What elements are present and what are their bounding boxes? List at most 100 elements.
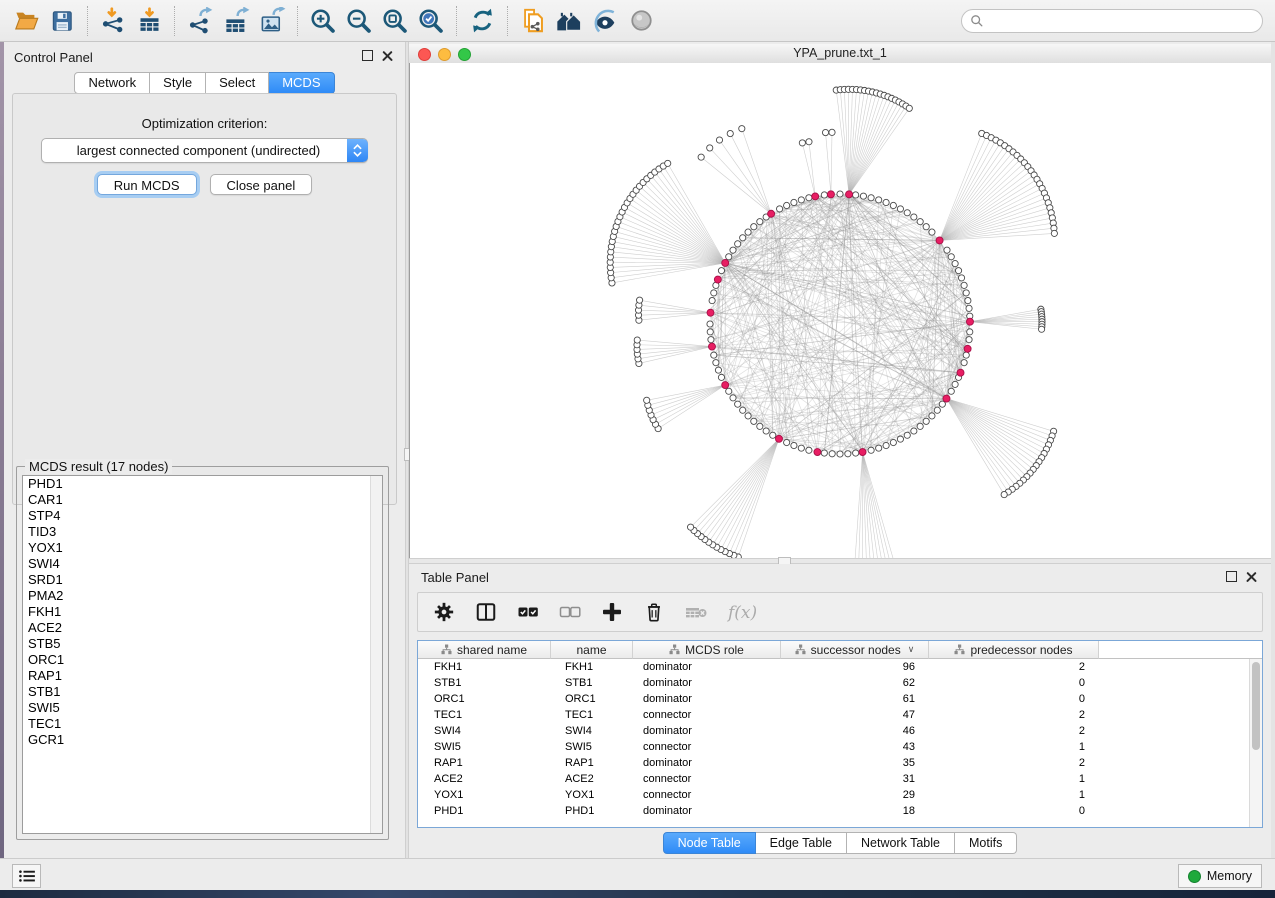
network-node[interactable] [726, 388, 732, 394]
cell-shared-name[interactable]: SWI4 [418, 725, 551, 737]
add-icon[interactable] [598, 598, 626, 626]
cell-successor-nodes[interactable]: 31 [781, 773, 929, 785]
network-node[interactable] [911, 428, 917, 434]
cell-shared-name[interactable]: SWI5 [418, 741, 551, 753]
cell-successor-nodes[interactable]: 61 [781, 693, 929, 705]
cell-MCDS-role[interactable]: dominator [633, 805, 781, 817]
cell-successor-nodes[interactable]: 18 [781, 805, 929, 817]
network-node[interactable] [751, 224, 757, 230]
network-node[interactable] [711, 352, 717, 358]
cell-successor-nodes[interactable]: 46 [781, 725, 929, 737]
network-node[interactable] [634, 337, 640, 343]
tab-select[interactable]: Select [206, 72, 269, 94]
network-node[interactable] [1001, 491, 1007, 497]
network-node[interactable] [923, 418, 929, 424]
run-mcds-button[interactable]: Run MCDS [97, 174, 197, 195]
network-node[interactable] [718, 374, 724, 380]
network-node[interactable] [776, 206, 782, 212]
network-node[interactable] [1051, 230, 1057, 236]
list-item[interactable]: SWI4 [23, 556, 382, 572]
tab-network[interactable]: Network [74, 72, 150, 94]
cell-name[interactable]: FKH1 [551, 661, 633, 673]
list-item[interactable]: SRD1 [23, 572, 382, 588]
list-item[interactable]: PMA2 [23, 588, 382, 604]
list-item[interactable]: SWI5 [23, 700, 382, 716]
network-node[interactable] [711, 290, 717, 296]
tab-style[interactable]: Style [150, 72, 206, 94]
network-node[interactable] [906, 105, 912, 111]
network-node[interactable] [798, 197, 804, 203]
cell-name[interactable]: ORC1 [551, 693, 633, 705]
zoom-in-icon[interactable] [305, 3, 341, 39]
network-node[interactable] [757, 219, 763, 225]
cell-name[interactable]: YOX1 [551, 789, 633, 801]
network-node[interactable] [757, 423, 763, 429]
network-node[interactable] [708, 337, 714, 343]
table-row[interactable]: PHD1PHD1dominator180 [418, 803, 1262, 819]
import-table-icon[interactable] [131, 3, 167, 39]
cell-shared-name[interactable]: FKH1 [418, 661, 551, 673]
network-node[interactable] [745, 229, 751, 235]
dominator-node[interactable] [708, 343, 715, 350]
table-row[interactable]: STB1STB1dominator620 [418, 675, 1262, 691]
network-node[interactable] [713, 360, 719, 366]
network-node[interactable] [860, 193, 866, 199]
list-item[interactable]: YOX1 [23, 540, 382, 556]
close-panel-button[interactable]: Close panel [210, 174, 313, 195]
float-panel-icon[interactable] [362, 50, 373, 61]
network-node[interactable] [730, 247, 736, 253]
network-node[interactable] [923, 224, 929, 230]
list-item[interactable]: PHD1 [23, 476, 382, 492]
cell-predecessor-nodes[interactable]: 1 [929, 741, 1099, 753]
network-node[interactable] [904, 210, 910, 216]
homes-icon[interactable] [551, 3, 587, 39]
network-node[interactable] [883, 199, 889, 205]
network-node[interactable] [958, 275, 964, 281]
network-node[interactable] [939, 401, 945, 407]
cell-predecessor-nodes[interactable]: 0 [929, 693, 1099, 705]
column-header-name[interactable]: name [551, 641, 633, 659]
cell-predecessor-nodes[interactable]: 2 [929, 725, 1099, 737]
cell-name[interactable]: STB1 [551, 677, 633, 689]
network-node[interactable] [948, 254, 954, 260]
network-node[interactable] [966, 337, 972, 343]
column-header-successor-nodes[interactable]: successor nodes∨ [781, 641, 929, 659]
network-node[interactable] [868, 195, 874, 201]
network-node[interactable] [770, 432, 776, 438]
network-node[interactable] [735, 401, 741, 407]
deselect-all-icon[interactable] [556, 598, 584, 626]
network-node[interactable] [911, 214, 917, 220]
cell-successor-nodes[interactable]: 47 [781, 709, 929, 721]
network-node[interactable] [822, 129, 828, 135]
cell-MCDS-role[interactable]: dominator [633, 661, 781, 673]
network-node[interactable] [897, 436, 903, 442]
columns-icon[interactable] [472, 598, 500, 626]
table-row[interactable]: ACE2ACE2connector311 [418, 771, 1262, 787]
list-item[interactable]: STB5 [23, 636, 382, 652]
task-history-button[interactable] [12, 864, 41, 888]
network-node[interactable] [952, 260, 958, 266]
mcds-list-scrollbar[interactable] [370, 476, 382, 833]
select-all-icon[interactable] [514, 598, 542, 626]
gear-icon[interactable] [430, 598, 458, 626]
network-node[interactable] [890, 439, 896, 445]
cell-MCDS-role[interactable]: connector [633, 741, 781, 753]
mcds-result-list[interactable]: PHD1CAR1STP4TID3YOX1SWI4SRD1PMA2FKH1ACE2… [22, 475, 383, 834]
network-node[interactable] [791, 442, 797, 448]
network-node[interactable] [963, 290, 969, 296]
node-table[interactable]: shared namenameMCDS rolesuccessor nodes∨… [417, 640, 1263, 828]
list-item[interactable]: GCR1 [23, 732, 382, 748]
cell-MCDS-role[interactable]: dominator [633, 677, 781, 689]
network-node[interactable] [853, 450, 859, 456]
open-session-icon[interactable] [8, 3, 44, 39]
float-panel-icon[interactable] [1226, 571, 1237, 582]
network-node[interactable] [739, 126, 745, 132]
close-panel-icon[interactable] [382, 50, 393, 61]
dominator-node[interactable] [966, 318, 973, 325]
cell-MCDS-role[interactable]: dominator [633, 693, 781, 705]
network-node[interactable] [845, 451, 851, 457]
table-row[interactable]: RAP1RAP1dominator352 [418, 755, 1262, 771]
network-node[interactable] [698, 154, 704, 160]
tab-network-table[interactable]: Network Table [847, 832, 955, 854]
network-node[interactable] [665, 160, 671, 166]
